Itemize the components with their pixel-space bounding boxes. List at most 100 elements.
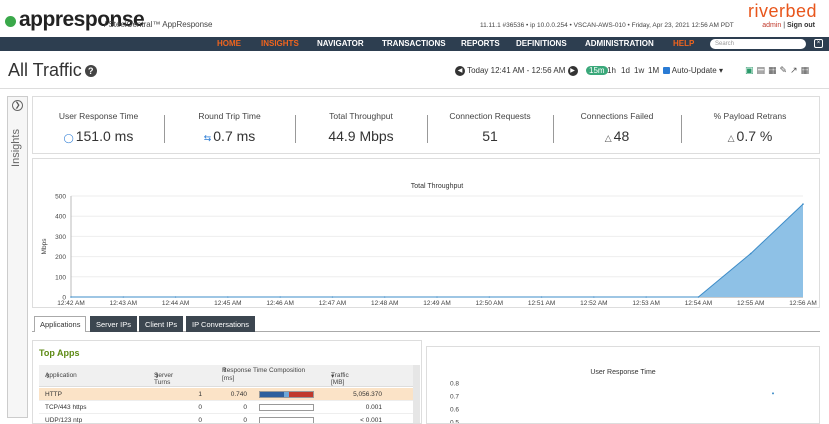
range-15m-button[interactable]: 15m	[586, 66, 608, 75]
top-apps-panel: Top Apps Application ⇕ Server Turns ⇕ Re…	[32, 340, 422, 424]
user-links-separator: |	[783, 22, 786, 29]
nav-insights[interactable]: INSIGHTS	[261, 39, 299, 48]
throughput-point	[593, 296, 595, 298]
x-tick-label: 12:44 AM	[162, 300, 189, 307]
insights-rail-label[interactable]: Insights	[10, 129, 22, 167]
top-apps-title: Top Apps	[39, 348, 80, 358]
prev-arrow-icon[interactable]: ◀	[455, 66, 465, 76]
metric-value: 0.7 ms	[213, 128, 256, 144]
throughput-chart-panel: Total Throughput Mbps 0 100 200 300 400 500 12:4…	[32, 158, 820, 308]
throughput-chart[interactable]: Total ThroughputMbps010020030040050012:4…	[33, 159, 821, 309]
col-server-turns[interactable]: Server Turns ⇕	[154, 372, 173, 386]
col-traffic[interactable]: Traffic [MB] ▾	[331, 372, 349, 386]
external-link-icon[interactable]: ↗	[790, 65, 801, 75]
nav-home[interactable]: HOME	[217, 39, 241, 48]
tab-server-ips[interactable]: Server IPs	[90, 316, 138, 332]
warning-icon: △	[604, 133, 612, 143]
y-tick-label: 100	[55, 274, 66, 281]
range-1h-button[interactable]: 1h	[607, 66, 616, 75]
nav-transactions[interactable]: TRANSACTIONS	[382, 39, 446, 48]
help-icon[interactable]: ?	[84, 65, 97, 78]
table-row[interactable]: UDP/123 ntp 0 0 < 0.001	[39, 414, 414, 423]
throughput-point	[540, 296, 543, 298]
range-1m-button[interactable]: 1M	[648, 66, 659, 75]
cell-server-turns: 0	[198, 404, 202, 411]
metric-connection-requests[interactable]: Connection Requests 51	[427, 97, 553, 155]
metric-payload-retrans[interactable]: % Payload Retrans △ 0.7 %	[681, 97, 819, 155]
cell-response-time: 0	[243, 404, 247, 411]
tab-client-ips[interactable]: Client IPs	[139, 316, 184, 332]
expand-arrow-icon[interactable]: ❯	[12, 100, 23, 111]
range-1w-button[interactable]: 1w	[634, 66, 644, 75]
grid-icon[interactable]: ▦	[801, 65, 813, 75]
user-response-time-panel: User Response Time 0.5 0.6 0.7 0.8	[426, 346, 820, 424]
nav-help[interactable]: HELP	[673, 39, 694, 48]
next-arrow-icon[interactable]: ▶	[567, 66, 578, 76]
nav-definitions[interactable]: DEFINITIONS	[516, 39, 567, 48]
time-range-label[interactable]: Today 12:41 AM - 12:56 AM	[467, 66, 565, 75]
user-name-link[interactable]: admin	[762, 22, 781, 29]
nav-reports[interactable]: REPORTS	[461, 39, 500, 48]
x-tick-label: 12:52 AM	[580, 300, 607, 307]
tab-applications[interactable]: Applications	[34, 316, 87, 332]
drop-icon: ◯	[63, 133, 74, 143]
x-tick-label: 12:50 AM	[476, 300, 503, 307]
close-icon[interactable]: ×	[814, 39, 823, 48]
y-axis-label: Mbps	[41, 238, 48, 255]
rt-y-tick-label: 0.8	[450, 381, 459, 388]
metric-connections-failed[interactable]: Connections Failed △ 48	[553, 97, 681, 155]
user-response-time-chart[interactable]: User Response Time 0.5 0.6 0.7 0.8	[427, 347, 820, 424]
pdf-icon[interactable]: ▤	[757, 65, 769, 75]
metric-total-throughput[interactable]: Total Throughput 44.9 Mbps	[295, 97, 427, 155]
tab-ip-conversations[interactable]: IP Conversations	[186, 316, 255, 332]
page-title-text: All Traffic	[8, 60, 82, 80]
throughput-point	[70, 296, 72, 298]
throughput-line	[71, 203, 804, 298]
throughput-point	[802, 203, 804, 205]
system-info: 11.11.1 #36536 • ip 10.0.0.254 • VSCAN-A…	[480, 22, 734, 29]
chevron-down-icon[interactable]: ▾	[719, 66, 723, 75]
cell-application: TCP/443 https	[45, 404, 87, 411]
throughput-point	[749, 252, 752, 255]
cell-server-turns: 1	[198, 391, 202, 398]
metric-round-trip-time[interactable]: Round Trip Time ⇆ 0.7 ms	[164, 97, 295, 155]
main-nav: HOME INSIGHTS NAVIGATOR TRANSACTIONS REP…	[0, 37, 829, 51]
col-response-time[interactable]: Response Time Composition [ms] ⇕	[222, 367, 317, 382]
auto-update-checkbox[interactable]	[663, 67, 670, 75]
metric-label: Round Trip Time	[198, 111, 261, 121]
arrows-icon: ⇆	[203, 133, 212, 143]
col-application[interactable]: Application ⇕	[45, 372, 77, 380]
nav-administration[interactable]: ADMINISTRATION	[585, 39, 654, 48]
print-icon[interactable]: ▦	[768, 65, 780, 75]
throughput-point	[279, 296, 281, 298]
rt-y-tick-label: 0.5	[450, 420, 459, 424]
warning-icon: △	[727, 133, 735, 143]
edit-icon[interactable]: ✎	[780, 65, 791, 75]
metric-user-response-time[interactable]: User Response Time ◯ 151.0 ms	[33, 97, 164, 155]
detail-tabs: Applications Server IPs Client IPs IP Co…	[32, 316, 820, 332]
x-tick-label: 12:51 AM	[528, 300, 555, 307]
save-icon[interactable]: ▣	[745, 65, 757, 75]
insights-side-rail: ❯ Insights	[7, 96, 28, 418]
x-tick-label: 12:43 AM	[110, 300, 137, 307]
sign-out-link[interactable]: Sign out	[787, 22, 815, 29]
table-header: Application ⇕ Server Turns ⇕ Response Ti…	[39, 365, 414, 387]
y-tick-label: 200	[55, 254, 66, 261]
time-navigator: ◀ Today 12:41 AM - 12:56 AM ▶	[455, 66, 578, 76]
response-composition-bar	[259, 417, 314, 423]
nav-navigator[interactable]: NAVIGATOR	[317, 39, 364, 48]
search-input[interactable]: Search	[710, 39, 806, 49]
throughput-area	[71, 204, 803, 297]
range-1d-button[interactable]: 1d	[621, 66, 630, 75]
auto-update-toggle[interactable]: Auto-Update ▾	[663, 66, 723, 75]
table-scrollbar[interactable]	[413, 365, 420, 423]
logo-dot-icon	[5, 16, 16, 27]
riverbed-logo: riverbed	[747, 1, 817, 21]
throughput-point	[122, 296, 125, 298]
table-row[interactable]: HTTP 1 0.740 5,056.370	[39, 388, 414, 401]
table-row[interactable]: TCP/443 https 0 0 0.001	[39, 401, 414, 414]
metric-label: User Response Time	[58, 111, 139, 121]
toolbar-icons: ▣▤▦✎↗▦	[745, 65, 812, 76]
y-tick-label: 300	[55, 234, 66, 241]
metric-label: % Payload Retrans	[713, 111, 787, 121]
